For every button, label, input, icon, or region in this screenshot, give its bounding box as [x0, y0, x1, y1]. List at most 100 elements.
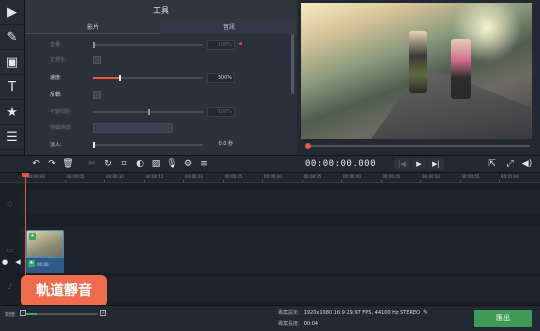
speed-row: 速度: 300%	[25, 72, 285, 84]
ruler-tick-line	[183, 180, 184, 182]
export-button[interactable]: 匯出	[474, 310, 532, 327]
ruler-tick-label: 00:00:40	[343, 174, 361, 179]
ruler-tick-label: 00:00:30	[264, 174, 282, 179]
normalize-label: 正規化:	[50, 57, 67, 63]
ruler-tick-line	[459, 180, 461, 182]
delete-icon[interactable]: 🗑	[62, 158, 74, 170]
reverse-label: 反轉:	[50, 92, 62, 98]
skater-right	[451, 39, 471, 99]
playback-progress[interactable]	[305, 143, 530, 149]
project-settings-value: 1920x1080 16:9 29.97 FPS, 44100 Hz STERE…	[303, 310, 421, 316]
mic-icon[interactable]: 🎙	[166, 158, 178, 170]
redo-icon[interactable]: ↷	[46, 158, 58, 170]
reverse-row: 反轉:	[25, 89, 285, 101]
speed-slider-knob[interactable]	[119, 75, 121, 81]
zoom-label: 刻度:	[5, 312, 17, 318]
image-icon[interactable]: ▨	[150, 158, 162, 170]
ruler-tick-label: 00:00:35	[303, 174, 322, 179]
sticker-icon[interactable]: ★	[0, 100, 24, 125]
ruler-tick-line	[499, 180, 500, 182]
volume-row: 音量: 100% ◀	[25, 39, 285, 51]
duration-label: 持續時間:	[50, 125, 72, 131]
clip-audio-icon: ★	[28, 260, 35, 267]
pitch-label: 不變間距:	[50, 109, 72, 115]
panel-title: 工具	[25, 0, 297, 22]
ruler-tick-line	[341, 180, 342, 182]
volume-slider-knob[interactable]	[93, 42, 95, 48]
rotate-icon[interactable]: ↻	[102, 158, 114, 170]
ruler-tick-label: 00:00:20	[185, 174, 203, 179]
ruler-tick-label: 00:00:55	[461, 174, 480, 179]
ruler-tick-label: 00:00:10	[106, 174, 124, 179]
video-preview[interactable]	[301, 3, 532, 139]
video-track-icon[interactable]: ▭	[5, 246, 15, 254]
clip-effect-icon: ★	[29, 233, 36, 240]
next-frame-button[interactable]: ▶|	[428, 158, 444, 170]
pitch-value[interactable]: 100%	[207, 107, 235, 117]
road	[371, 69, 531, 139]
pencil-icon[interactable]: ✎	[423, 309, 428, 316]
speaker-icon[interactable]: ◀	[238, 42, 244, 47]
link-icon[interactable]: ◇	[5, 200, 15, 208]
ruler-tick-line	[262, 180, 263, 182]
filmstrip-icon[interactable]: ▣	[0, 50, 24, 75]
pitch-slider[interactable]	[93, 109, 203, 115]
fade-in-label: 淡入:	[50, 142, 62, 148]
magic-wand-icon[interactable]: ✎	[0, 25, 24, 50]
fullscreen-icon[interactable]: ⤢	[504, 158, 516, 170]
import-icon[interactable]: ▶	[0, 0, 24, 25]
volume-slider[interactable]	[93, 42, 203, 48]
speed-label: 速度:	[50, 75, 62, 81]
reverse-checkbox[interactable]	[93, 91, 101, 99]
eye-icon[interactable]: ●	[0, 258, 10, 266]
project-settings: 專案設定: 1920x1080 16:9 29.97 FPS, 44100 Hz …	[278, 309, 420, 316]
settings-icon[interactable]: ⚙	[182, 158, 194, 170]
speed-value[interactable]: 300%	[207, 73, 235, 83]
mute-track-icon[interactable]: ◀	[13, 258, 23, 266]
title-icon[interactable]: T	[0, 75, 24, 100]
pitch-slider-knob[interactable]	[148, 109, 150, 115]
zoom-in-icon[interactable]: +	[100, 310, 106, 316]
speed-slider[interactable]	[93, 75, 203, 81]
zoom-slider-fill	[26, 313, 37, 315]
ruler-tick-line	[104, 180, 105, 182]
tab-video[interactable]: 影片	[25, 22, 161, 34]
normalize-checkbox[interactable]	[93, 56, 101, 64]
ruler-tick-line	[64, 180, 66, 182]
ruler-tick-label: 00:00:25	[224, 174, 243, 179]
volume-value[interactable]: 100%	[207, 40, 235, 50]
video-track	[20, 227, 540, 273]
menu-icon[interactable]: ☰	[0, 125, 24, 150]
panel-scrollbar[interactable]	[291, 34, 294, 94]
volume-icon[interactable]: ◀)	[521, 158, 533, 170]
title-track	[20, 191, 540, 215]
previous-frame-button[interactable]: |◀	[394, 158, 410, 170]
ruler-tick-label: 00:00:45	[382, 174, 401, 179]
volume-label: 音量:	[50, 42, 62, 48]
zoom-slider[interactable]	[26, 313, 98, 315]
duration-field[interactable]	[93, 123, 173, 133]
undo-icon[interactable]: ↶	[30, 158, 42, 170]
fade-in-value[interactable]: 0.0 秒	[207, 140, 235, 150]
tools-panel: 工具 影片 音訊 音量: 100% ◀ 正規化: 速度: 300% 反轉: 不變…	[25, 0, 297, 155]
cut-icon[interactable]: ✂	[86, 158, 98, 170]
panel-tabs: 影片 音訊	[25, 22, 297, 34]
crop-icon[interactable]: ⌗	[118, 158, 130, 170]
timeline-ruler[interactable]: 00:00:00 00:00:05 00:00:10 00:00:15 00:00:20…	[0, 173, 540, 183]
mute-track-tooltip: 軌道靜音	[21, 275, 107, 307]
equalizer-icon[interactable]: ≡	[198, 158, 210, 170]
normalize-row: 正規化:	[25, 54, 285, 66]
ruler-tick-label: 00:00:00	[27, 174, 45, 179]
clip-audio-strip[interactable]: ★ 00:00	[26, 257, 64, 273]
music-icon[interactable]: ♪	[5, 283, 15, 291]
fade-in-slider-knob[interactable]	[93, 142, 95, 148]
fade-in-slider[interactable]	[93, 142, 203, 148]
tab-audio[interactable]: 音訊	[161, 22, 297, 34]
ruler-tick-line	[222, 180, 224, 182]
timecode: 00:00:00.000	[305, 159, 377, 169]
color-icon[interactable]: ◐	[134, 158, 146, 170]
play-button[interactable]: ▶	[411, 158, 427, 170]
ruler-tick-line	[420, 180, 421, 182]
detach-icon[interactable]: ⇱	[486, 158, 498, 170]
progress-knob[interactable]	[305, 143, 311, 149]
